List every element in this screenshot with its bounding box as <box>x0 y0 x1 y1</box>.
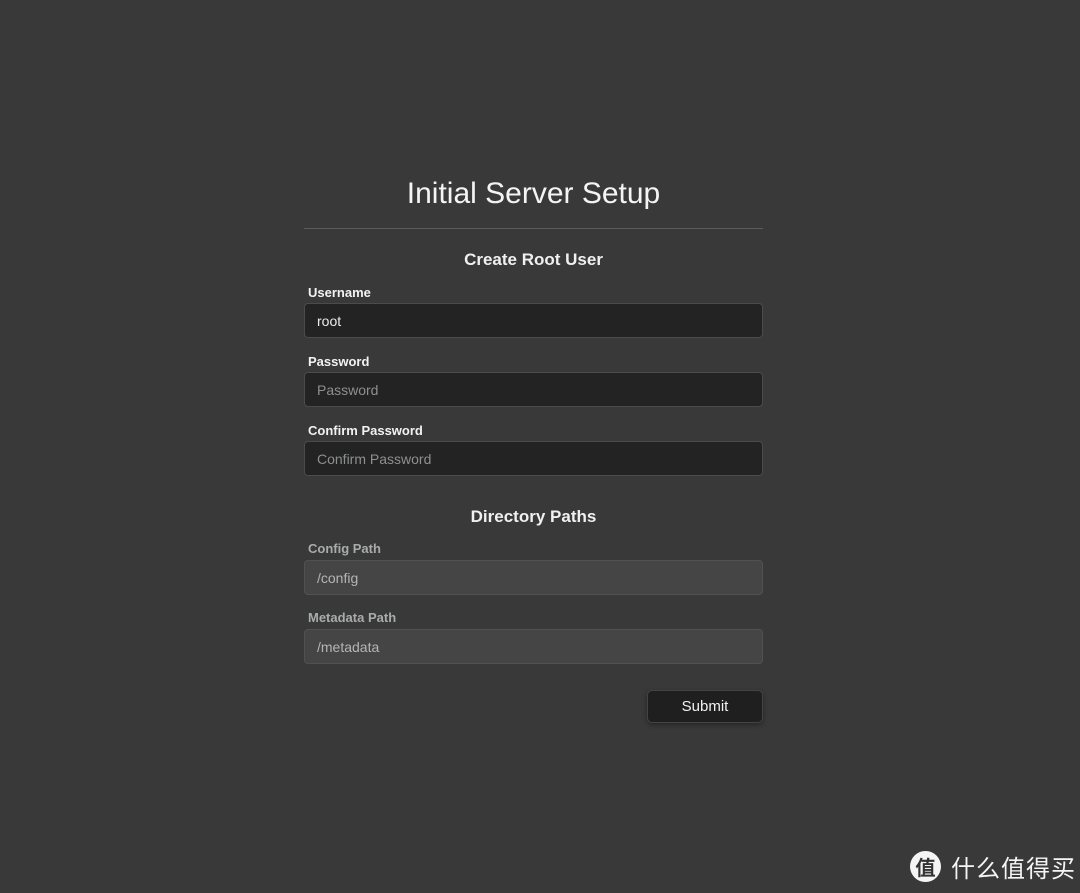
section-heading-root-user: Create Root User <box>464 250 603 269</box>
password-label: Password <box>308 354 370 369</box>
setup-form: Initial Server Setup Create Root User Us… <box>304 172 763 723</box>
metadata-path-input <box>304 629 763 664</box>
watermark-text: 什么值得买 <box>951 855 1076 883</box>
page-title: Initial Server Setup <box>406 177 661 210</box>
submit-button[interactable]: Submit <box>647 690 763 723</box>
watermark-logo: 值 什么值得买 <box>910 849 1076 884</box>
metadata-path-label: Metadata Path <box>308 610 397 625</box>
confirm-password-input[interactable] <box>304 441 763 476</box>
config-path-label: Config Path <box>308 541 381 556</box>
config-path-input <box>304 560 763 595</box>
username-input[interactable] <box>304 303 763 338</box>
username-label: Username <box>308 285 371 300</box>
title-divider <box>304 228 763 229</box>
watermark-icon: 值 <box>910 851 941 882</box>
password-input[interactable] <box>304 372 763 407</box>
confirm-password-label: Confirm Password <box>308 423 423 438</box>
section-heading-directory-paths: Directory Paths <box>470 507 597 526</box>
